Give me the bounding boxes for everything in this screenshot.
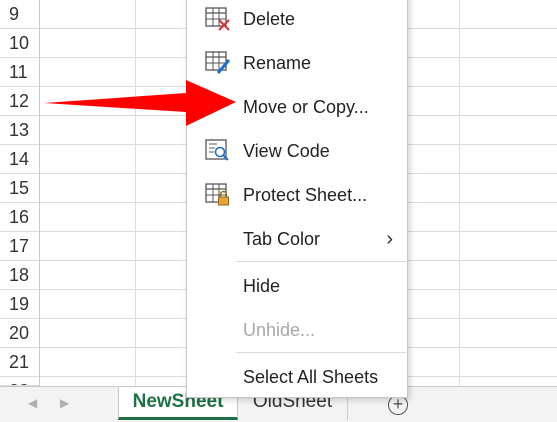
- row-number[interactable]: 16: [0, 203, 39, 232]
- row-number[interactable]: 14: [0, 145, 39, 174]
- menu-item-label: Protect Sheet...: [243, 185, 368, 205]
- row-number[interactable]: 10: [0, 29, 39, 58]
- menu-item-hide[interactable]: Hide: [187, 268, 407, 304]
- menu-item-protect-sheet[interactable]: Protect Sheet...: [187, 177, 407, 213]
- protect-sheet-icon: [205, 183, 231, 207]
- grid-line: [135, 0, 136, 386]
- row-number[interactable]: 21: [0, 348, 39, 377]
- row-number[interactable]: 22: [0, 377, 39, 386]
- row-number[interactable]: 15: [0, 174, 39, 203]
- menu-item-delete[interactable]: Delete: [187, 1, 407, 37]
- rename-sheet-icon: [205, 51, 231, 75]
- menu-item-tab-color[interactable]: Tab Color ›: [187, 221, 407, 257]
- plus-circle-icon[interactable]: +: [388, 395, 408, 415]
- menu-item-label: Tab Color: [243, 229, 321, 249]
- menu-item-label: Select All Sheets: [243, 367, 379, 387]
- row-number[interactable]: 20: [0, 319, 39, 348]
- menu-item-label: Hide: [243, 276, 281, 296]
- menu-item-move-or-copy[interactable]: Move or Copy...: [187, 89, 407, 125]
- row-number[interactable]: 9: [0, 0, 39, 29]
- triangle-right-icon[interactable]: ▶: [60, 396, 69, 410]
- menu-item-label: Rename: [243, 53, 312, 73]
- menu-item-select-all-sheets[interactable]: Select All Sheets: [187, 359, 407, 395]
- menu-item-rename[interactable]: Rename: [187, 45, 407, 81]
- grid-line: [459, 0, 460, 386]
- row-header-column: 9 10 11 12 13 14 15 16 17 18 19 20 21 22: [0, 0, 40, 386]
- menu-item-label: Unhide...: [243, 320, 316, 340]
- chevron-right-icon: ›: [386, 228, 393, 250]
- menu-item-view-code[interactable]: View Code: [187, 133, 407, 169]
- row-number[interactable]: 19: [0, 290, 39, 319]
- menu-item-label: Delete: [243, 9, 296, 29]
- row-number[interactable]: 11: [0, 58, 39, 87]
- triangle-left-icon[interactable]: ◀: [28, 396, 37, 410]
- delete-sheet-icon: [205, 7, 231, 31]
- row-number[interactable]: 13: [0, 116, 39, 145]
- row-number[interactable]: 18: [0, 261, 39, 290]
- menu-item-unhide: Unhide...: [187, 312, 407, 348]
- sheet-tab-context-menu: Delete Rename Move or Copy... View Code …: [186, 0, 408, 398]
- view-code-icon: [205, 139, 231, 163]
- menu-separator: [236, 261, 406, 262]
- row-number[interactable]: 12: [0, 87, 39, 116]
- menu-separator: [236, 352, 406, 353]
- menu-item-label: View Code: [243, 141, 330, 161]
- row-number[interactable]: 17: [0, 232, 39, 261]
- menu-item-label: Move or Copy...: [243, 97, 369, 117]
